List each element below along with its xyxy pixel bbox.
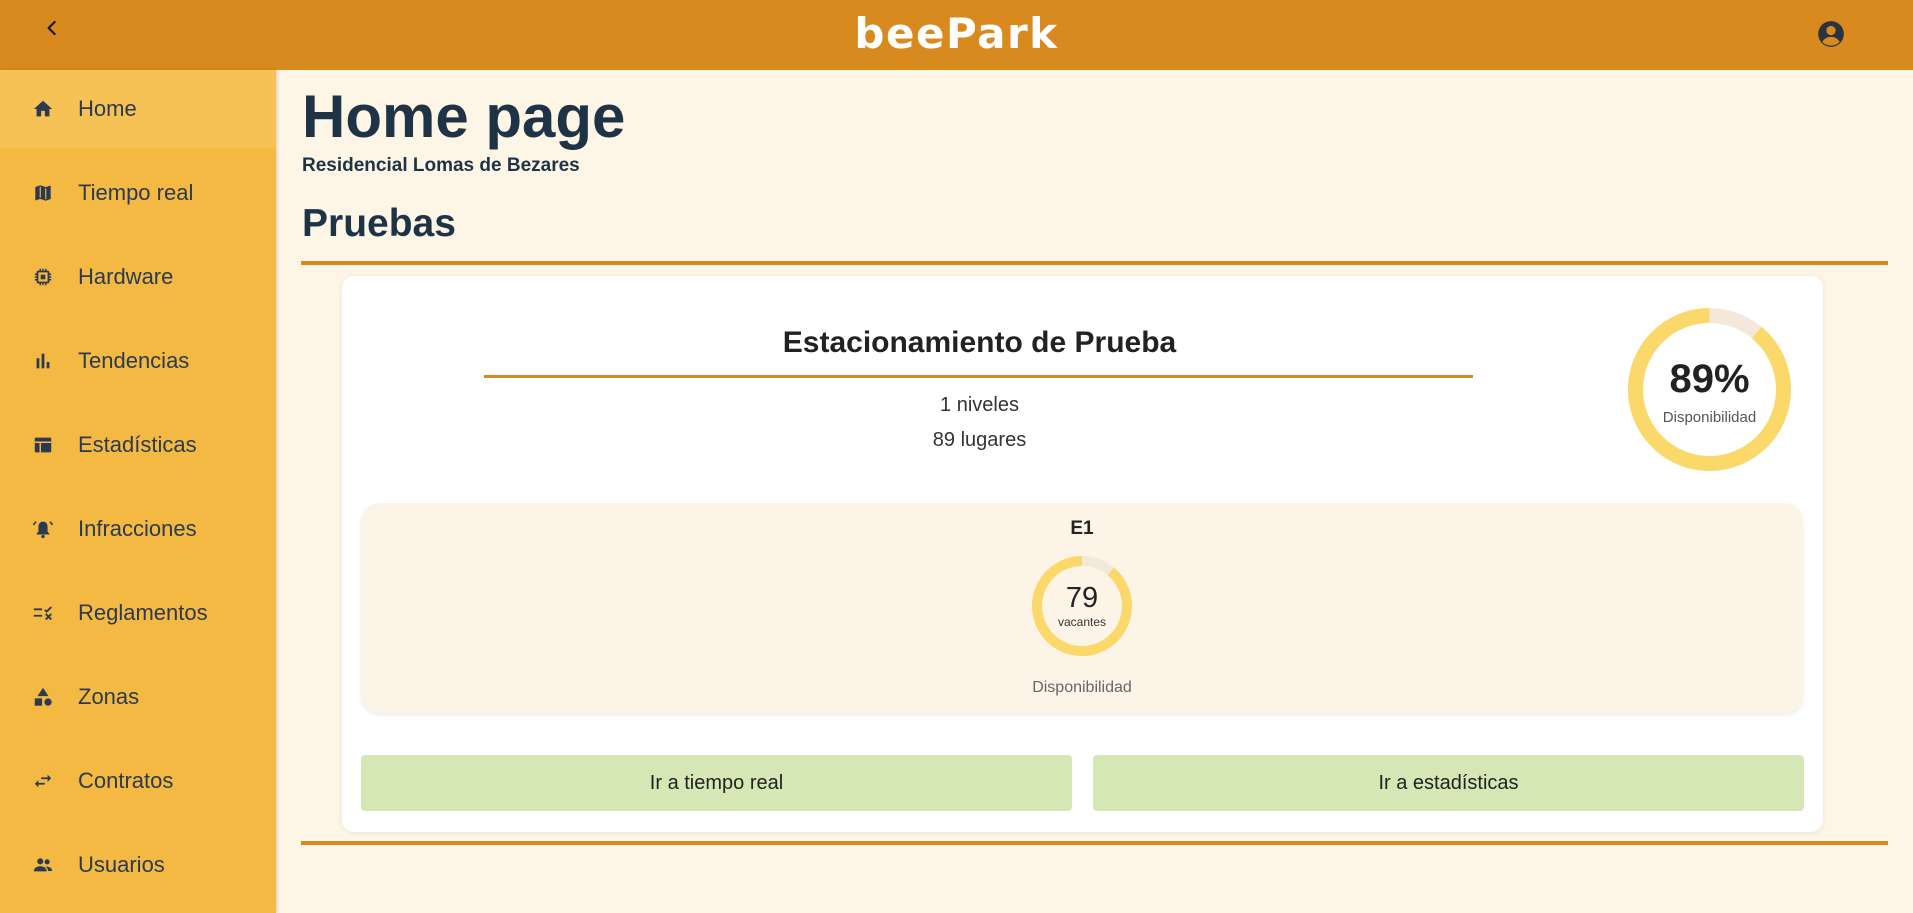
availability-caption: Disponibilidad: [1662, 409, 1757, 426]
page-title: Home page: [302, 83, 626, 150]
map-icon: [31, 181, 55, 205]
parking-title-divider: [484, 375, 1473, 378]
sidebar-item-tendencias[interactable]: Tendencias: [0, 322, 276, 400]
parking-name: Estacionamiento de Prueba: [782, 326, 1177, 359]
level-panel: E1 79 vacantes Disponibilidad: [361, 503, 1803, 713]
app-brand-logo: beePark: [854, 9, 1059, 58]
level-vacantes-label: vacantes: [1057, 615, 1107, 629]
rule-checklist-icon: [31, 601, 55, 625]
sidebar-item-usuarios[interactable]: Usuarios: [0, 826, 276, 904]
sidebar-item-tiempo-real[interactable]: Tiempo real: [0, 154, 276, 232]
sidebar-item-label: Estadísticas: [78, 432, 197, 457]
bar-chart-icon: [31, 349, 55, 373]
chip-icon: [31, 265, 55, 289]
parking-levels-count: 1 niveles: [940, 394, 1019, 416]
level-availability-caption: Disponibilidad: [1032, 679, 1132, 696]
section-title: Pruebas: [302, 202, 456, 245]
top-app-bar: beePark: [0, 0, 1913, 70]
go-statistics-button[interactable]: Ir a estadísticas: [1093, 755, 1804, 811]
sidebar-item-estadisticas[interactable]: Estadísticas: [0, 406, 276, 484]
alarm-bell-icon: [31, 517, 55, 541]
sidebar-item-label: Contratos: [78, 768, 174, 793]
swap-arrows-icon: [31, 769, 55, 793]
parking-card: Estacionamiento de Prueba 1 niveles 89 l…: [342, 276, 1823, 832]
sidebar-item-zonas[interactable]: Zonas: [0, 658, 276, 736]
level-vacantes-count: 79: [1065, 582, 1099, 614]
section-divider-top: [301, 261, 1888, 265]
main-content: Home page Residencial Lomas de Bezares P…: [276, 70, 1913, 913]
sidebar-item-label: Infracciones: [78, 516, 197, 541]
account-circle-icon: [1818, 21, 1844, 47]
shapes-icon: [31, 685, 55, 709]
availability-percent: 89%: [1669, 357, 1750, 401]
parking-spaces-count: 89 lugares: [932, 429, 1027, 451]
level-name: E1: [1070, 518, 1094, 539]
table-icon: [31, 433, 55, 457]
account-button[interactable]: [1817, 20, 1845, 48]
section-divider-bottom: [301, 841, 1888, 845]
sidebar-item-label: Home: [78, 96, 137, 121]
sidebar-item-contratos[interactable]: Contratos: [0, 742, 276, 820]
sidebar-item-home[interactable]: Home: [0, 70, 276, 148]
go-realtime-button[interactable]: Ir a tiempo real: [361, 755, 1072, 811]
sidebar-item-infracciones[interactable]: Infracciones: [0, 490, 276, 568]
sidebar-item-label: Hardware: [78, 264, 174, 289]
sidebar-nav: Home Tiempo real Hardware Tendencias Est…: [0, 70, 276, 913]
sidebar-item-label: Zonas: [78, 684, 140, 709]
sidebar-item-label: Tiempo real: [78, 180, 194, 205]
sidebar-item-label: Reglamentos: [78, 600, 208, 625]
sidebar-item-label: Tendencias: [78, 348, 190, 373]
sidebar-item-reglamentos[interactable]: Reglamentos: [0, 574, 276, 652]
people-icon: [31, 853, 55, 877]
sidebar-item-label: Usuarios: [78, 852, 165, 877]
page-subtitle: Residencial Lomas de Bezares: [302, 155, 580, 176]
home-icon: [31, 97, 55, 121]
sidebar-item-hardware[interactable]: Hardware: [0, 238, 276, 316]
